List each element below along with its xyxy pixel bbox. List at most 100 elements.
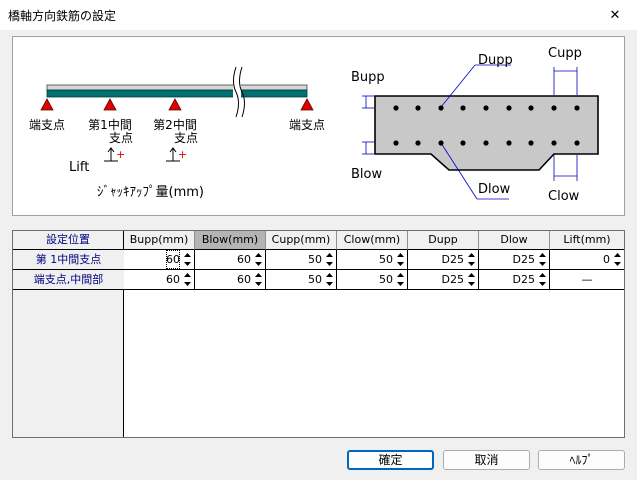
dupp-label: Dupp bbox=[478, 53, 513, 68]
cell-r2-clow[interactable]: 50 bbox=[337, 270, 408, 290]
support-label-mid2-line2: 支点 bbox=[173, 131, 199, 145]
spinner[interactable] bbox=[466, 271, 477, 288]
spin-down-icon[interactable] bbox=[537, 260, 548, 268]
spin-down-icon[interactable] bbox=[612, 260, 623, 268]
cell-value: D25 bbox=[512, 273, 535, 286]
cell-r2-blow[interactable]: 60 bbox=[195, 270, 266, 290]
spin-down-icon[interactable] bbox=[324, 280, 335, 288]
spin-down-icon[interactable] bbox=[395, 280, 406, 288]
cell-r1-clow[interactable]: 50 bbox=[337, 250, 408, 270]
spin-up-icon[interactable] bbox=[395, 271, 406, 279]
spin-down-icon[interactable] bbox=[253, 260, 264, 268]
spin-up-icon[interactable] bbox=[537, 251, 548, 259]
close-icon: ✕ bbox=[609, 7, 621, 23]
cell-r2-cupp[interactable]: 50 bbox=[266, 270, 337, 290]
spin-up-icon[interactable] bbox=[324, 271, 335, 279]
row-header-end-support[interactable]: 端支点,中間部 bbox=[13, 270, 124, 290]
column-header-clow[interactable]: Clow(mm) bbox=[337, 231, 408, 250]
dlow-label: Dlow bbox=[478, 182, 511, 197]
cell-value: D25 bbox=[512, 253, 535, 266]
column-header-dupp[interactable]: Dupp bbox=[408, 231, 479, 250]
column-header-bupp[interactable]: Bupp(mm) bbox=[124, 231, 195, 250]
spin-up-icon[interactable] bbox=[182, 271, 193, 279]
cell-value: 50 bbox=[379, 253, 393, 266]
spinner[interactable] bbox=[324, 271, 335, 288]
clow-label: Clow bbox=[548, 189, 580, 204]
spinner[interactable] bbox=[253, 251, 264, 268]
column-header-blow[interactable]: Blow(mm) bbox=[195, 231, 266, 250]
support-label-mid2: 第2中間 bbox=[153, 118, 197, 132]
cell-value: 60 bbox=[237, 253, 251, 266]
support-label-end-right: 端支点 bbox=[288, 118, 326, 132]
spin-down-icon[interactable] bbox=[537, 280, 548, 288]
spinner[interactable] bbox=[395, 251, 406, 268]
close-button[interactable]: ✕ bbox=[593, 0, 637, 30]
help-button[interactable]: ﾍﾙﾌﾟ bbox=[538, 450, 625, 470]
spin-down-icon[interactable] bbox=[182, 260, 193, 268]
support-icon bbox=[300, 98, 314, 111]
spinner[interactable] bbox=[537, 251, 548, 268]
spinner[interactable] bbox=[395, 271, 406, 288]
spin-up-icon[interactable] bbox=[395, 251, 406, 259]
cell-r2-bupp[interactable]: 60 bbox=[124, 270, 195, 290]
spinner[interactable] bbox=[466, 251, 477, 268]
svg-text:+: + bbox=[116, 148, 125, 161]
cell-r2-dlow[interactable]: D25 bbox=[479, 270, 550, 290]
spin-down-icon[interactable] bbox=[182, 280, 193, 288]
spin-down-icon[interactable] bbox=[466, 260, 477, 268]
spin-up-icon[interactable] bbox=[253, 251, 264, 259]
cell-r1-bupp[interactable]: 60 bbox=[124, 250, 195, 270]
spin-down-icon[interactable] bbox=[466, 280, 477, 288]
column-header-cupp[interactable]: Cupp(mm) bbox=[266, 231, 337, 250]
cell-value: 50 bbox=[379, 273, 393, 286]
row-header-mid-support-1[interactable]: 第 1中間支点 bbox=[13, 250, 124, 270]
cell-r1-dupp[interactable]: D25 bbox=[408, 250, 479, 270]
title-bar: 橋軸方向鉄筋の設定 ✕ bbox=[0, 0, 637, 30]
cell-r1-dlow[interactable]: D25 bbox=[479, 250, 550, 270]
spinner[interactable] bbox=[253, 271, 264, 288]
spinner[interactable] bbox=[182, 271, 193, 288]
spin-down-icon[interactable] bbox=[395, 260, 406, 268]
support-icon bbox=[40, 98, 54, 111]
blow-label: Blow bbox=[351, 167, 383, 182]
window-title: 橋軸方向鉄筋の設定 bbox=[8, 9, 117, 23]
support-label-end-left: 端支点 bbox=[28, 118, 66, 132]
spin-up-icon[interactable] bbox=[466, 251, 477, 259]
spin-up-icon[interactable] bbox=[537, 271, 548, 279]
spin-down-icon[interactable] bbox=[324, 260, 335, 268]
cell-value: 60 bbox=[237, 273, 251, 286]
spinner[interactable] bbox=[537, 271, 548, 288]
column-header-lift[interactable]: Lift(mm) bbox=[550, 231, 624, 250]
spin-up-icon[interactable] bbox=[324, 251, 335, 259]
jackup-label: ｼﾞｬｯｷｱｯﾌﾟ量(mm) bbox=[97, 185, 204, 200]
support-icon bbox=[103, 98, 117, 111]
cell-r1-lift[interactable]: 0 bbox=[550, 250, 624, 270]
cancel-button[interactable]: 取消 bbox=[443, 450, 530, 470]
spin-down-icon[interactable] bbox=[253, 280, 264, 288]
spinner[interactable] bbox=[324, 251, 335, 268]
corner-header: 設定位置 bbox=[13, 231, 124, 250]
ok-button[interactable]: 確定 bbox=[347, 450, 434, 470]
cell-value: — bbox=[581, 273, 593, 286]
support-label-mid1: 第1中間 bbox=[88, 118, 132, 132]
settings-grid: 設定位置 Bupp(mm) Blow(mm) Cupp(mm) Clow(mm)… bbox=[12, 230, 625, 438]
spin-up-icon[interactable] bbox=[182, 251, 193, 259]
spinner[interactable] bbox=[182, 251, 193, 268]
spin-up-icon[interactable] bbox=[466, 271, 477, 279]
cell-value: 50 bbox=[308, 253, 322, 266]
cell-r1-cupp[interactable]: 50 bbox=[266, 250, 337, 270]
support-icon bbox=[168, 98, 182, 111]
cell-r2-dupp[interactable]: D25 bbox=[408, 270, 479, 290]
cell-value: D25 bbox=[441, 273, 464, 286]
spin-up-icon[interactable] bbox=[253, 271, 264, 279]
svg-text:+: + bbox=[178, 148, 187, 161]
cell-value: 60 bbox=[166, 250, 180, 269]
lift-label: Lift bbox=[69, 160, 90, 175]
cell-r1-blow[interactable]: 60 bbox=[195, 250, 266, 270]
spinner[interactable] bbox=[612, 251, 623, 268]
cupp-label: Cupp bbox=[548, 46, 582, 61]
spin-up-icon[interactable] bbox=[612, 251, 623, 259]
cell-value: 0 bbox=[603, 253, 610, 266]
bupp-label: Bupp bbox=[351, 70, 385, 85]
column-header-dlow[interactable]: Dlow bbox=[479, 231, 550, 250]
